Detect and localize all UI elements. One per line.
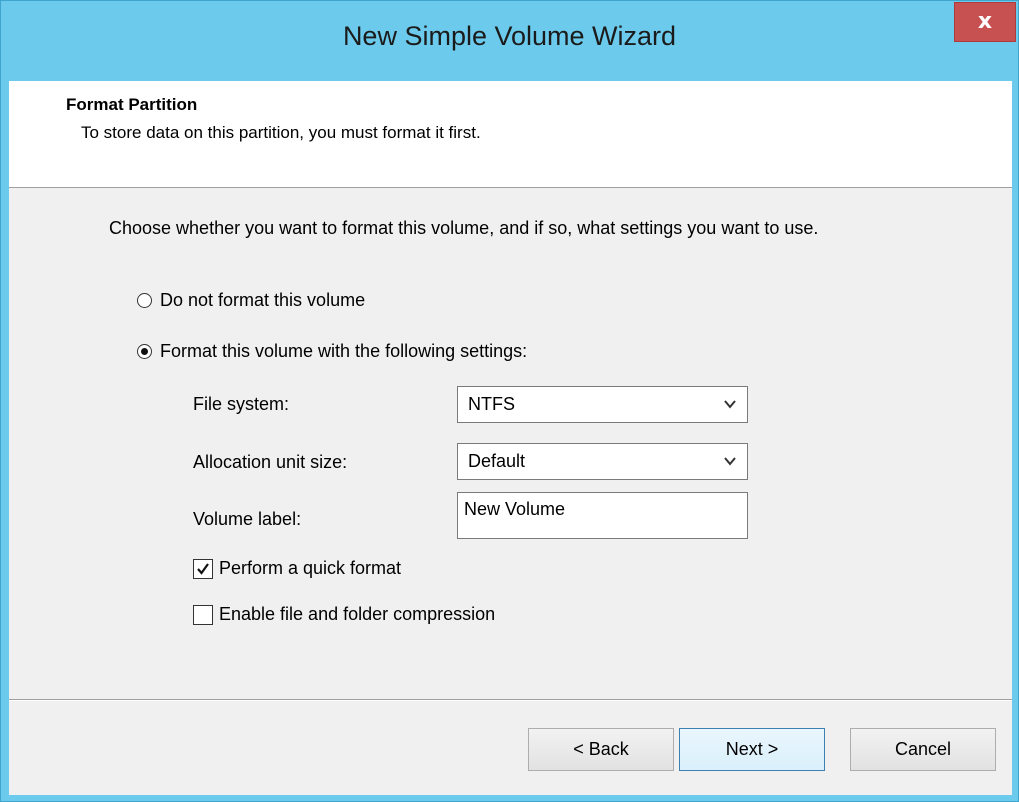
volume-label-input[interactable]: New Volume	[457, 492, 748, 539]
file-system-label: File system:	[193, 394, 290, 414]
close-icon: x	[977, 9, 993, 34]
radio-format-volume[interactable]: Format this volume with the following se…	[137, 341, 527, 362]
page-title: Format Partition	[66, 95, 198, 114]
allocation-unit-size-value: Default	[468, 451, 526, 471]
title-bar[interactable]: New Simple Volume Wizard	[1, 1, 1018, 81]
radio-button-checked[interactable]	[137, 344, 152, 359]
cancel-button[interactable]: Cancel	[850, 728, 996, 771]
quick-format-label: Perform a quick format	[219, 558, 402, 578]
compression-label: Enable file and folder compression	[219, 604, 496, 624]
radio-label: Do not format this volume	[160, 290, 366, 310]
checkmark-icon	[197, 562, 209, 575]
file-system-value: NTFS	[468, 394, 515, 414]
quick-format-checkbox-row[interactable]: Perform a quick format	[193, 558, 401, 579]
button-separator	[9, 699, 1012, 701]
header-panel: Format Partition To store data on this p…	[9, 81, 1012, 188]
chevron-down-icon	[723, 387, 737, 434]
compression-checkbox-row[interactable]: Enable file and folder compression	[193, 604, 495, 625]
radio-do-not-format[interactable]: Do not format this volume	[137, 290, 365, 311]
intro-text: Choose whether you want to format this v…	[109, 218, 819, 238]
next-button[interactable]: Next >	[679, 728, 825, 771]
file-system-select[interactable]: NTFS	[457, 386, 748, 423]
quick-format-checkbox[interactable]	[193, 558, 213, 579]
radio-button-unchecked[interactable]	[137, 293, 152, 308]
allocation-unit-size-label: Allocation unit size:	[193, 452, 348, 472]
page-subtitle: To store data on this partition, you mus…	[81, 123, 481, 142]
back-button[interactable]: < Back	[528, 728, 674, 771]
window-title: New Simple Volume Wizard	[342, 21, 677, 51]
compression-checkbox[interactable]	[193, 604, 213, 625]
wizard-content: Format Partition To store data on this p…	[9, 81, 1012, 795]
volume-label-label: Volume label:	[193, 509, 302, 529]
allocation-unit-size-select[interactable]: Default	[457, 443, 748, 480]
chevron-down-icon	[723, 444, 737, 491]
radio-label: Format this volume with the following se…	[160, 341, 528, 361]
wizard-window: New Simple Volume Wizard x Format Partit…	[0, 0, 1019, 802]
close-button[interactable]: x	[954, 2, 1016, 42]
